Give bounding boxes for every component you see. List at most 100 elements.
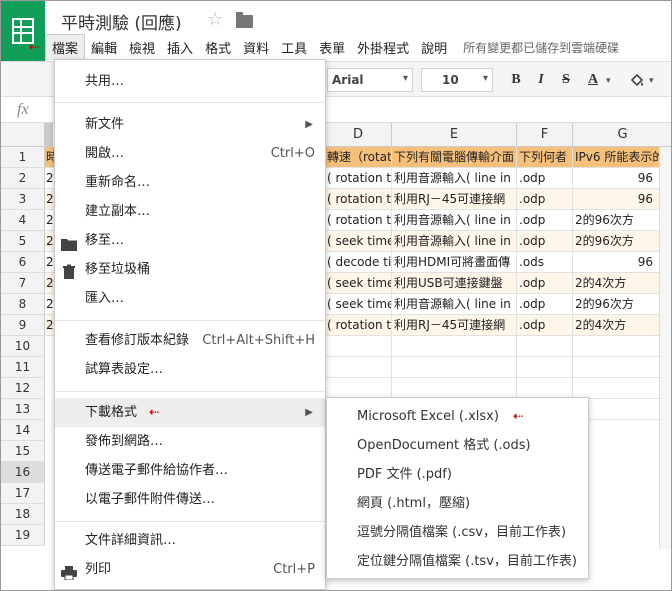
col-head-g[interactable]: G (573, 123, 671, 147)
menu-spreadsheet-settings[interactable]: 試算表設定… (55, 355, 325, 384)
cell-empty[interactable] (517, 336, 573, 357)
col-head-e[interactable]: E (392, 123, 517, 147)
download-html[interactable]: 網頁 (.html，壓縮) (327, 489, 588, 518)
row-number[interactable]: 9 (1, 315, 45, 336)
cell-e2[interactable]: 利用音源輸入( line in (392, 168, 517, 189)
row-number[interactable]: 14 (1, 420, 45, 441)
cell-d1[interactable]: 轉速（rotati (325, 147, 392, 168)
menu-new[interactable]: 新文件 ▶ (55, 110, 325, 139)
font-size-select[interactable]: 10 (421, 68, 493, 92)
row-number[interactable]: 1 (1, 147, 45, 168)
row-number[interactable]: 15 (1, 441, 45, 462)
fill-color-dropdown-icon[interactable]: ▾ (649, 76, 654, 86)
cell-empty[interactable] (573, 336, 671, 357)
row-number[interactable]: 18 (1, 504, 45, 525)
menu-document-details[interactable]: 文件詳細資訊… (55, 526, 325, 555)
cell-f1[interactable]: 下列何者 (517, 147, 573, 168)
menu-make-copy[interactable]: 建立副本… (55, 197, 325, 226)
menu-tools[interactable]: 工具 (275, 35, 313, 60)
menu-data[interactable]: 資料 (237, 35, 275, 60)
menu-publish[interactable]: 發佈到網路… (55, 427, 325, 456)
cell-f8[interactable]: .odp (517, 294, 573, 315)
row-number[interactable]: 7 (1, 273, 45, 294)
col-head-a[interactable] (45, 123, 53, 147)
cell-empty[interactable] (325, 336, 392, 357)
cell-empty[interactable] (325, 378, 392, 399)
menu-share[interactable]: 共用… (55, 67, 325, 96)
star-icon[interactable]: ☆ (207, 9, 223, 30)
cell-empty[interactable] (573, 357, 671, 378)
cell-empty[interactable] (573, 378, 671, 399)
cell-f6[interactable]: .ods (517, 252, 573, 273)
menu-view[interactable]: 檢視 (123, 35, 161, 60)
menu-trash[interactable]: 移至垃圾桶 (55, 255, 325, 284)
text-color-button[interactable]: A (581, 68, 605, 92)
cell-empty[interactable] (517, 357, 573, 378)
cell-empty[interactable] (392, 378, 517, 399)
row-number[interactable]: 6 (1, 252, 45, 273)
strikethrough-button[interactable]: S (554, 68, 578, 92)
cell-g6[interactable]: 96 (573, 252, 660, 273)
cell-e9[interactable]: 利用RJ－45可連接網 (392, 315, 517, 336)
row-number[interactable]: 16 (1, 462, 45, 483)
italic-button[interactable]: I (529, 68, 553, 92)
cell-d2[interactable]: ( rotation tir (325, 168, 392, 189)
grid-corner[interactable] (1, 123, 45, 147)
cell-g4[interactable]: 2的96次方 (573, 210, 671, 231)
row-number[interactable]: 17 (1, 483, 45, 504)
menu-edit[interactable]: 編輯 (85, 35, 123, 60)
cell-empty[interactable] (325, 357, 392, 378)
font-family-select[interactable]: Arial (327, 68, 413, 92)
cell-d4[interactable]: ( rotation tir (325, 210, 392, 231)
row-number[interactable]: 19 (1, 525, 45, 546)
col-head-d[interactable]: D (325, 123, 392, 147)
menu-download-as[interactable]: 下載格式 ⇠ ▶ (55, 398, 325, 427)
row-number[interactable]: 4 (1, 210, 45, 231)
cell-e5[interactable]: 利用音源輸入( line in (392, 231, 517, 252)
menu-insert[interactable]: 插入 (161, 35, 199, 60)
cell-g1[interactable]: IPv6 所能表示的 (573, 147, 671, 168)
menu-rename[interactable]: 重新命名… (55, 168, 325, 197)
download-ods[interactable]: OpenDocument 格式 (.ods) (327, 431, 588, 460)
folder-icon[interactable] (236, 12, 253, 28)
cell-e7[interactable]: 利用USB可連接鍵盤 (392, 273, 517, 294)
menu-email-attachment[interactable]: 以電子郵件附件傳送… (55, 485, 325, 514)
cell-f7[interactable]: .odp (517, 273, 573, 294)
cell-f9[interactable]: .odp (517, 315, 573, 336)
cell-g2[interactable]: 96 (573, 168, 660, 189)
menu-move-to[interactable]: 移至… (55, 226, 325, 255)
cell-e8[interactable]: 利用音源輸入( line in (392, 294, 517, 315)
cell-d5[interactable]: ( seek time) (325, 231, 392, 252)
download-pdf[interactable]: PDF 文件 (.pdf) (327, 460, 588, 489)
row-number[interactable]: 13 (1, 399, 45, 420)
cell-f5[interactable]: .odp (517, 231, 573, 252)
cell-d8[interactable]: ( seek time) (325, 294, 392, 315)
row-number[interactable]: 5 (1, 231, 45, 252)
bold-button[interactable]: B (504, 68, 528, 92)
cell-d3[interactable]: ( rotation tir (325, 189, 392, 210)
menu-revision-history[interactable]: 查看修訂版本紀錄 Ctrl+Alt+Shift+H (55, 326, 325, 355)
row-number[interactable]: 12 (1, 378, 45, 399)
cell-e6[interactable]: 利用HDMI可將畫面傳 (392, 252, 517, 273)
col-head-f[interactable]: F (517, 123, 573, 147)
cell-d7[interactable]: ( seek time) (325, 273, 392, 294)
cell-e3[interactable]: 利用RJ－45可連接網 (392, 189, 517, 210)
menu-print[interactable]: 列印 Ctrl+P (55, 555, 325, 584)
cell-g7[interactable]: 2的4次方 (573, 273, 671, 294)
cell-f2[interactable]: .odp (517, 168, 573, 189)
cell-g3[interactable]: 96 (573, 189, 660, 210)
cell-empty[interactable] (517, 378, 573, 399)
cell-f4[interactable]: .odp (517, 210, 573, 231)
row-number[interactable]: 10 (1, 336, 45, 357)
document-title[interactable]: 平時測驗 (回應) (61, 9, 182, 34)
menu-format[interactable]: 格式 (199, 35, 237, 60)
row-number[interactable]: 11 (1, 357, 45, 378)
menu-form[interactable]: 表單 (313, 35, 351, 60)
menu-open[interactable]: 開啟… Ctrl+O (55, 139, 325, 168)
row-number[interactable]: 2 (1, 168, 45, 189)
text-color-dropdown-icon[interactable]: ▾ (606, 76, 611, 86)
cell-e1[interactable]: 下列有關電腦傳輸介面 (392, 147, 517, 168)
row-number[interactable]: 8 (1, 294, 45, 315)
cell-empty[interactable] (392, 336, 517, 357)
fill-color-icon[interactable] (629, 72, 645, 88)
